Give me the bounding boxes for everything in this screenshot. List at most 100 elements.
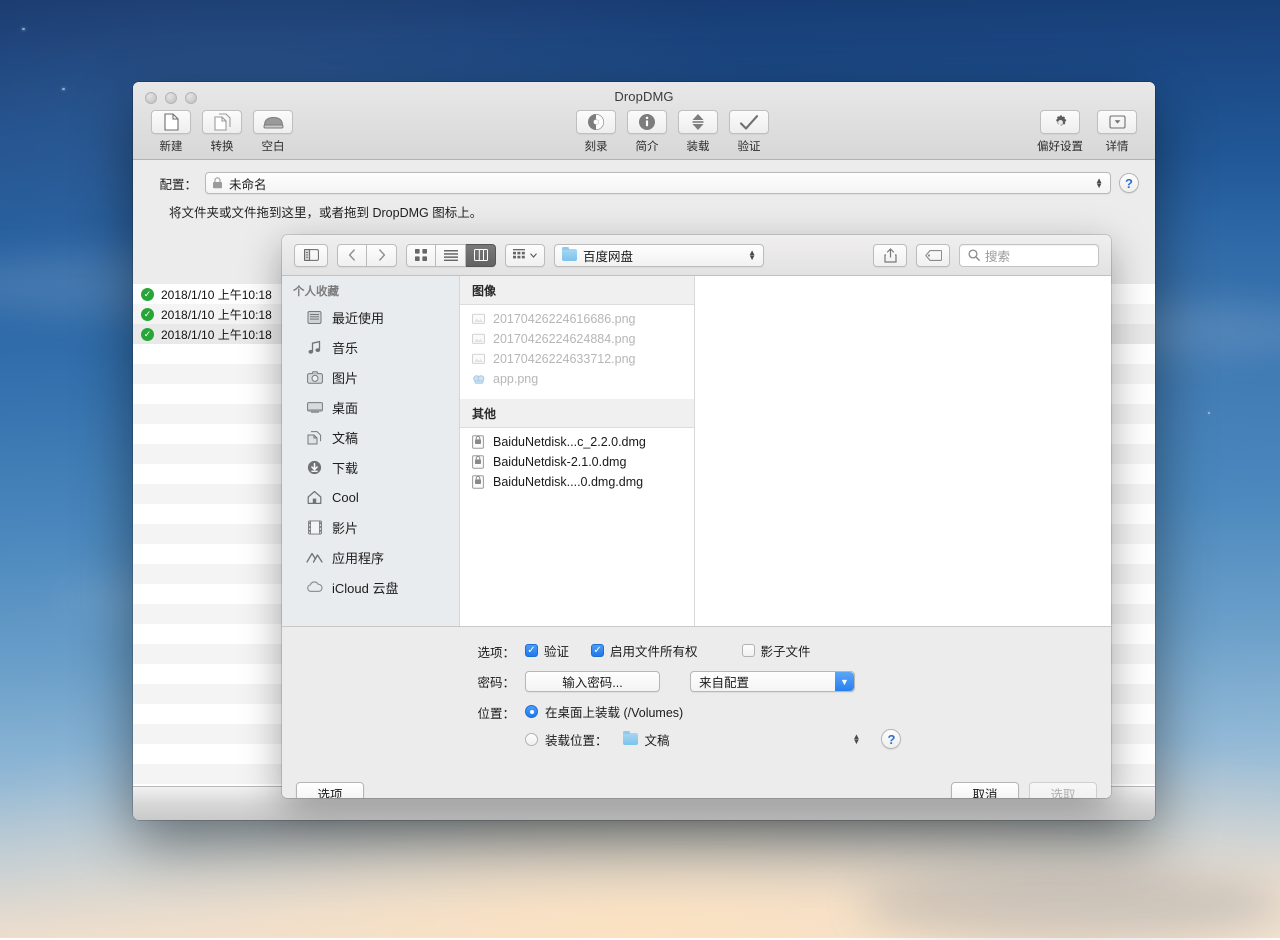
sidebar-item-label: 影片 [332,518,358,537]
app-toolbar: 新建 转换 空白 [133,110,1155,158]
toolbar-info-button[interactable]: 简介 [625,110,669,154]
toolbar-mount-button[interactable]: 装载 [676,110,720,154]
file-row[interactable]: BaiduNetdisk...c_2.2.0.dmg [460,432,694,452]
sidebar-item-home[interactable]: Cool [282,482,459,512]
config-value: 未命名 [229,174,267,193]
desktop-icon [306,399,323,416]
options-button[interactable]: 选项 [296,782,364,798]
file-row[interactable]: 20170426224624884.png [460,329,694,349]
path-popup-value: 百度网盘 [583,246,633,265]
sidebar-item-recents[interactable]: 最近使用 [282,302,459,332]
enter-password-button[interactable]: 输入密码... [525,671,660,692]
toolbar-preferences-button[interactable]: 偏好设置 [1032,110,1088,154]
film-icon [306,519,323,536]
camera-icon [306,369,323,386]
column-view-icon[interactable] [466,244,496,267]
list-view-icon[interactable] [436,244,466,267]
folder-icon [623,733,638,745]
share-icon[interactable] [873,244,907,267]
documents-icon [306,429,323,446]
disk-image-icon [472,435,486,450]
new-document-icon [151,110,191,134]
toolbar-verify-button[interactable]: 验证 [727,110,771,154]
toolbar-blank-label: 空白 [262,138,285,154]
password-source-select[interactable]: 来自配置 ▼ [690,671,855,692]
sidebar-item-icloud-drive[interactable]: iCloud 云盘 [282,572,459,602]
verify-checkmark-icon [729,110,769,134]
disk-image-icon [472,455,486,470]
sidebar-item-music[interactable]: 音乐 [282,332,459,362]
chevron-down-icon: ▼ [835,672,854,691]
search-input[interactable]: 搜索 [959,244,1099,267]
view-mode-group[interactable] [406,244,496,267]
sidebar-item-movies[interactable]: 影片 [282,512,459,542]
cloud-icon [306,579,323,596]
finder-column-two[interactable] [695,276,1111,626]
ownership-checkbox[interactable]: ✓ 启用文件所有权 [591,641,698,660]
chevron-updown-icon[interactable]: ▲▼ [853,734,861,744]
sidebar-item-label: 图片 [332,368,358,387]
sidebar-item-label: iCloud 云盘 [332,578,398,597]
sidebar-item-desktop[interactable]: 桌面 [282,392,459,422]
applications-icon [306,549,323,566]
toolbar-convert-button[interactable]: 转换 [200,110,244,154]
image-file-icon [472,352,486,367]
toolbar-burn-label: 刻录 [585,138,608,154]
window-title: DropDMG [133,89,1155,104]
radio-button [525,705,538,718]
sidebar-item-label: 下载 [332,458,358,477]
password-row: 密码： 输入密码... 来自配置 ▼ [282,671,1111,692]
tag-icon[interactable] [916,244,950,267]
finder-body: 个人收藏 最近使用 音乐 图片 桌面 文稿 [282,276,1111,627]
toolbar-details-button[interactable]: 详情 [1095,110,1139,154]
shadow-file-checkbox-label: 影子文件 [761,641,811,660]
file-row[interactable]: app.png [460,369,694,389]
file-row[interactable]: BaiduNetdisk-2.1.0.dmg [460,452,694,472]
toolbar-left-group: 新建 转换 空白 [149,110,295,154]
sidebar-item-applications[interactable]: 应用程序 [282,542,459,572]
lock-icon [212,177,223,189]
config-select[interactable]: 未命名 ▲▼ [205,172,1111,194]
toolbar-center-group: 刻录 简介 装载 验证 [574,110,771,154]
sidebar-item-label: Cool [332,490,359,505]
toolbar-details-label: 详情 [1106,138,1129,154]
icon-view-icon[interactable] [406,244,436,267]
success-check-icon: ✓ [141,288,154,301]
toolbar-new-button[interactable]: 新建 [149,110,193,154]
finder-column-one[interactable]: 图像 20170426224616686.png 201704262246248… [460,276,695,626]
toolbar-blank-button[interactable]: 空白 [251,110,295,154]
sidebar-item-downloads[interactable]: 下载 [282,452,459,482]
file-row[interactable]: 20170426224633712.png [460,349,694,369]
config-help-button[interactable]: ? [1119,173,1139,193]
toolbar-burn-button[interactable]: 刻录 [574,110,618,154]
toolbar-preferences-label: 偏好设置 [1037,138,1083,154]
chevron-left-icon[interactable] [337,244,367,267]
mount-at-radio[interactable]: 装载位置： 文稿 ▲▼ ? [525,729,1111,749]
nav-buttons[interactable] [337,244,397,267]
disk-image-icon [472,475,486,490]
mount-desktop-radio[interactable]: 在桌面上装载 (/Volumes) [525,702,1111,721]
chevron-updown-icon: ▲▼ [1095,178,1103,188]
search-placeholder: 搜索 [985,246,1010,265]
chevron-right-icon[interactable] [367,244,397,267]
file-row[interactable]: BaiduNetdisk....0.dmg.dmg [460,472,694,492]
sidebar-item-documents[interactable]: 文稿 [282,422,459,452]
file-row[interactable]: 20170426224616686.png [460,309,694,329]
arrange-by-icon[interactable] [505,244,545,267]
password-source-value: 来自配置 [699,672,749,691]
config-label: 配置： [149,174,197,193]
cancel-button[interactable]: 取消 [951,782,1019,798]
sidebar-item-label: 桌面 [332,398,358,417]
verify-checkbox[interactable]: ✓ 验证 [525,641,569,660]
gear-icon [1040,110,1080,134]
path-popup-button[interactable]: 百度网盘 ▲▼ [554,244,764,267]
details-panel-icon [1097,110,1137,134]
options-row: 选项： ✓ 验证 ✓ 启用文件所有权 影子文件 [282,641,1111,661]
mount-desktop-label: 在桌面上装载 (/Volumes) [545,702,683,721]
log-timestamp: 2018/1/10 上午10:18 [161,326,272,343]
shadow-file-checkbox[interactable]: 影子文件 [742,641,811,660]
sidebar-item-pictures[interactable]: 图片 [282,362,459,392]
sidebar-toggle-icon[interactable] [294,244,328,267]
star-speck [22,28,25,30]
location-help-button[interactable]: ? [881,729,901,749]
